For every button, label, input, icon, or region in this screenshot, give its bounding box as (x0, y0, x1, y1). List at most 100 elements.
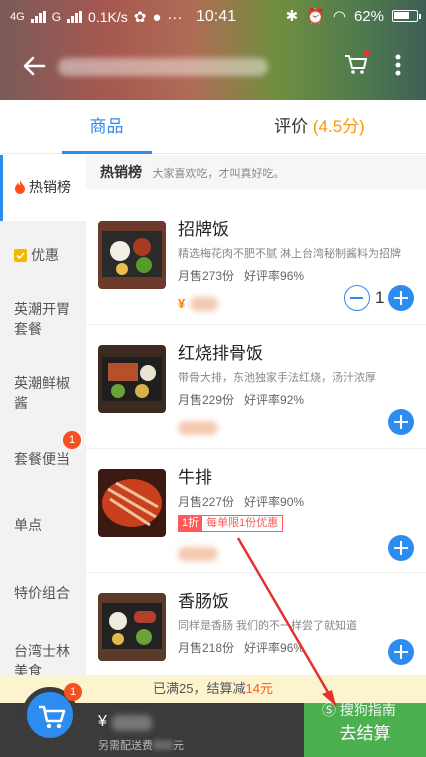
cart-notification-dot (364, 50, 370, 56)
category-sidebar: 热销榜 优惠 英潮开胃套餐 英潮鲜椒酱 套餐便当 1 单点 特价组合 台湾士林美… (0, 155, 86, 675)
item-rating: 好评率92% (244, 393, 305, 407)
sidebar-item-hot[interactable]: 热销榜 (0, 155, 86, 221)
sidebar-item-label: 特价组合 (14, 585, 70, 601)
tab-review-label: 评价 (274, 117, 309, 136)
item-stats: 月售229份 好评率92% (178, 391, 304, 408)
food-image (98, 221, 166, 289)
item-desc: 同样是香肠 我们的不一样尝了就知道 (178, 620, 358, 632)
sidebar-item-taiwan[interactable]: 台湾士林美食 (0, 617, 86, 675)
section-title: 热销榜 (100, 164, 142, 180)
discount-text: 已满25，结算减 (153, 681, 246, 696)
sidebar-item-label: 套餐便当 (14, 451, 70, 467)
more-vertical-icon[interactable] (388, 50, 408, 80)
bluetooth-icon: ✱ (285, 8, 299, 25)
discount-amount: 14元 (245, 681, 273, 696)
battery-icon (392, 10, 421, 22)
sidebar-item-single[interactable]: 单点 (0, 485, 86, 551)
tag-icon (14, 249, 27, 262)
total-symbol: ¥ (98, 713, 107, 730)
sidebar-item-label: 热销榜 (29, 179, 71, 195)
status-bar: 4G G 0.1K/s ✿ ● ··· 10:41 ✱ ⏰ ◠ 62% (0, 0, 426, 34)
delivery-fee: 另需配送费 元 (98, 737, 184, 753)
sidebar-item-label: 单点 (14, 517, 42, 533)
sidebar-item-label: 台湾士林美食 (14, 643, 70, 675)
promo-badge: 1折 每单限1份优惠 (178, 515, 284, 532)
item-price-blurred (178, 545, 218, 563)
tab-goods-label: 商品 (89, 117, 124, 136)
watermark-text: 搜狗指南 (339, 702, 396, 718)
add-button[interactable] (388, 535, 414, 561)
sidebar-item-combo[interactable]: 特价组合 (0, 551, 86, 617)
delivery-suffix: 元 (173, 740, 184, 752)
fire-icon (15, 180, 25, 194)
item-sold: 月售218份 (178, 641, 235, 655)
active-tab-indicator (62, 151, 152, 154)
wechat-icon: ✿ (133, 9, 147, 26)
sidebar-badge: 1 (63, 431, 81, 449)
back-arrow-icon[interactable] (20, 52, 48, 80)
store-name-blurred (58, 58, 268, 76)
network-label: 4G (10, 11, 25, 23)
network-label-2: G (51, 10, 62, 24)
item-stats: 月售227份 好评率90% (178, 493, 304, 510)
wifi-icon: ◠ (332, 8, 346, 25)
item-price-blurred (178, 419, 218, 437)
more-notifications-icon: ··· (167, 8, 183, 26)
sidebar-item-label: 英潮鲜椒酱 (14, 375, 70, 411)
section-header: 热销榜 大家喜欢吃，才叫真好吃。 (86, 155, 426, 189)
food-image (98, 469, 166, 537)
food-image (98, 345, 166, 413)
item-sold: 月售229份 (178, 393, 235, 407)
signal-icon-2 (67, 11, 83, 23)
tab-bar: 商品 评价 (4.5分) (0, 100, 426, 154)
item-desc: 带骨大排，东池独家手法红烧，汤汁浓厚 (178, 372, 376, 384)
item-desc: 精选梅花肉不肥不腻 淋上台湾秘制酱料为招牌 (178, 248, 402, 260)
signal-icon (30, 11, 46, 23)
checkout-label: 去结算 (339, 724, 391, 743)
price-symbol: ¥ (178, 296, 186, 311)
promo-limit: 每单限1份优惠 (206, 517, 279, 529)
food-image (98, 593, 166, 661)
item-name: 招牌饭 (178, 220, 229, 239)
sidebar-item-bento[interactable]: 套餐便当 1 (0, 419, 86, 485)
battery-percent: 62% (353, 7, 384, 25)
item-rating: 好评率90% (244, 495, 305, 509)
tab-review[interactable]: 评价 (4.5分) (213, 100, 426, 154)
menu-item[interactable]: 招牌饭 精选梅花肉不肥不腻 淋上台湾秘制酱料为招牌 月售273份 好评率96% ¥… (86, 201, 426, 325)
item-name: 红烧排骨饭 (178, 344, 263, 363)
sidebar-item-label: 优惠 (31, 247, 59, 263)
item-rating: 好评率96% (244, 269, 305, 283)
item-stats: 月售273份 好评率96% (178, 267, 304, 284)
item-stats: 月售218份 好评率96% (178, 639, 304, 656)
review-score: (4.5分) (312, 117, 365, 136)
net-speed: 0.1K/s (88, 9, 128, 25)
item-sold: 月售227份 (178, 495, 235, 509)
item-quantity: 1 (375, 288, 385, 307)
item-name: 牛排 (178, 468, 212, 487)
item-name: 香肠饭 (178, 592, 229, 611)
add-button[interactable] (388, 639, 414, 665)
watermark: Ⓢ 搜狗指南 (322, 702, 396, 718)
message-icon: ● (152, 8, 162, 26)
sidebar-item-sauce[interactable]: 英潮鲜椒酱 (0, 353, 86, 419)
sidebar-item-set-meal[interactable]: 英潮开胃套餐 (0, 287, 86, 353)
delivery-label: 另需配送费 (98, 740, 153, 752)
section-desc: 大家喜欢吃，才叫真好吃。 (152, 168, 285, 180)
promo-discount: 1折 (179, 516, 203, 531)
menu-item[interactable]: 红烧排骨饭 带骨大排，东池独家手法红烧，汤汁浓厚 月售229份 好评率92% (86, 325, 426, 449)
cart-total: ¥ (98, 713, 107, 731)
menu-item[interactable]: 牛排 月售227份 好评率90% 1折 每单限1份优惠 (86, 449, 426, 573)
item-price: ¥ (178, 295, 218, 313)
add-button[interactable] (388, 285, 414, 311)
sidebar-item-label: 英潮开胃套餐 (14, 301, 70, 337)
tab-goods[interactable]: 商品 (0, 100, 213, 154)
clock: 10:41 (196, 8, 237, 25)
decrease-button[interactable] (344, 285, 370, 311)
sidebar-item-discount[interactable]: 优惠 (0, 221, 86, 287)
shopping-cart-icon (39, 705, 66, 729)
item-rating: 好评率96% (244, 641, 305, 655)
add-button[interactable] (388, 409, 414, 435)
menu-list: 热销榜 大家喜欢吃，才叫真好吃。 招牌饭 精选梅花肉不肥不腻 淋上台湾秘制酱料为… (86, 155, 426, 675)
nav-bar (0, 40, 426, 90)
item-sold: 月售273份 (178, 269, 235, 283)
